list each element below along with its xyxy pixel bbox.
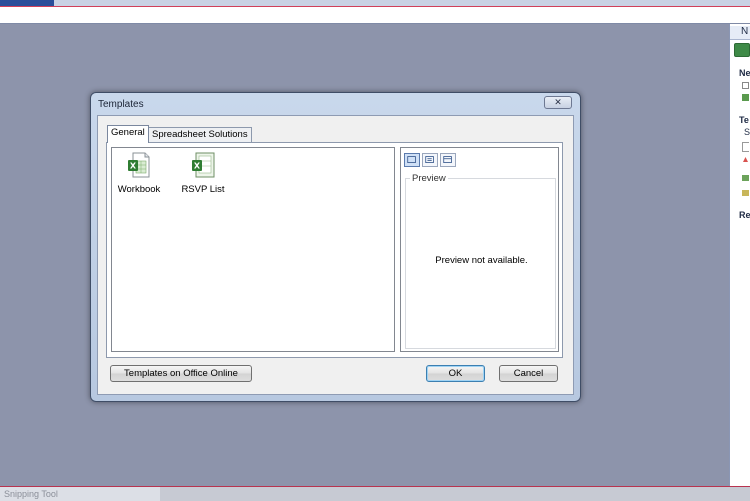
app-title-fragment — [0, 0, 54, 6]
svg-text:X: X — [130, 162, 137, 171]
template-file-icon[interactable] — [742, 189, 749, 196]
preview-label: Preview — [410, 173, 448, 184]
template-folder-icon[interactable] — [742, 174, 749, 181]
list-view-icon[interactable] — [422, 153, 438, 167]
task-pane-header: N — [730, 26, 750, 40]
dialog-body: General Spreadsheet Solutions X Workbook… — [97, 115, 574, 395]
template-item-rsvp-list[interactable]: X RSVP List — [178, 152, 228, 195]
svg-text:X: X — [194, 162, 201, 171]
excel-template-icon: X — [192, 152, 215, 178]
tab-spreadsheet-solutions[interactable]: Spreadsheet Solutions — [148, 127, 252, 142]
preview-pane: Preview Preview not available. — [400, 147, 559, 352]
templates-on-office-online-button[interactable]: Templates on Office Online — [110, 365, 252, 382]
task-pane-search-label: S — [744, 127, 750, 137]
task-pane-home-icon[interactable] — [734, 43, 750, 57]
task-pane-heading-templates: Te — [739, 115, 749, 125]
formula-bar[interactable] — [0, 7, 750, 24]
details-view-icon[interactable] — [440, 153, 456, 167]
template-item-label: Workbook — [117, 184, 161, 195]
ok-button[interactable]: OK — [426, 365, 485, 382]
tab-general[interactable]: General — [107, 125, 149, 143]
excel-small-icon[interactable] — [742, 94, 749, 101]
document-icon[interactable] — [742, 82, 749, 89]
task-pane: N Ne Te S Re — [729, 24, 750, 494]
template-item-workbook[interactable]: X Workbook — [114, 152, 164, 195]
excel-workbook-icon: X — [128, 152, 150, 178]
template-list[interactable]: X Workbook X RSVP List — [111, 147, 395, 352]
dialog-title: Templates — [98, 99, 144, 110]
taskbar: Snipping Tool — [0, 486, 750, 501]
cancel-button[interactable]: Cancel — [499, 365, 558, 382]
templates-web-icon[interactable] — [742, 156, 749, 163]
template-item-label: RSVP List — [181, 184, 225, 195]
preview-group: Preview Preview not available. — [405, 173, 556, 349]
large-icons-view-icon[interactable] — [404, 153, 420, 167]
search-field-icon[interactable] — [742, 142, 749, 152]
task-pane-title: N — [741, 26, 749, 37]
preview-message: Preview not available. — [435, 255, 528, 266]
snipping-tool-item[interactable]: Snipping Tool — [0, 487, 160, 501]
app-title-strip — [0, 0, 750, 7]
templates-dialog: Templates ✕ General Spreadsheet Solution… — [90, 92, 581, 402]
close-icon[interactable]: ✕ — [544, 96, 572, 109]
task-pane-heading-new: Ne — [739, 68, 750, 78]
task-pane-heading-recent: Re — [739, 210, 750, 220]
tab-panel-general: X Workbook X RSVP List Preview Preview n… — [106, 142, 563, 358]
